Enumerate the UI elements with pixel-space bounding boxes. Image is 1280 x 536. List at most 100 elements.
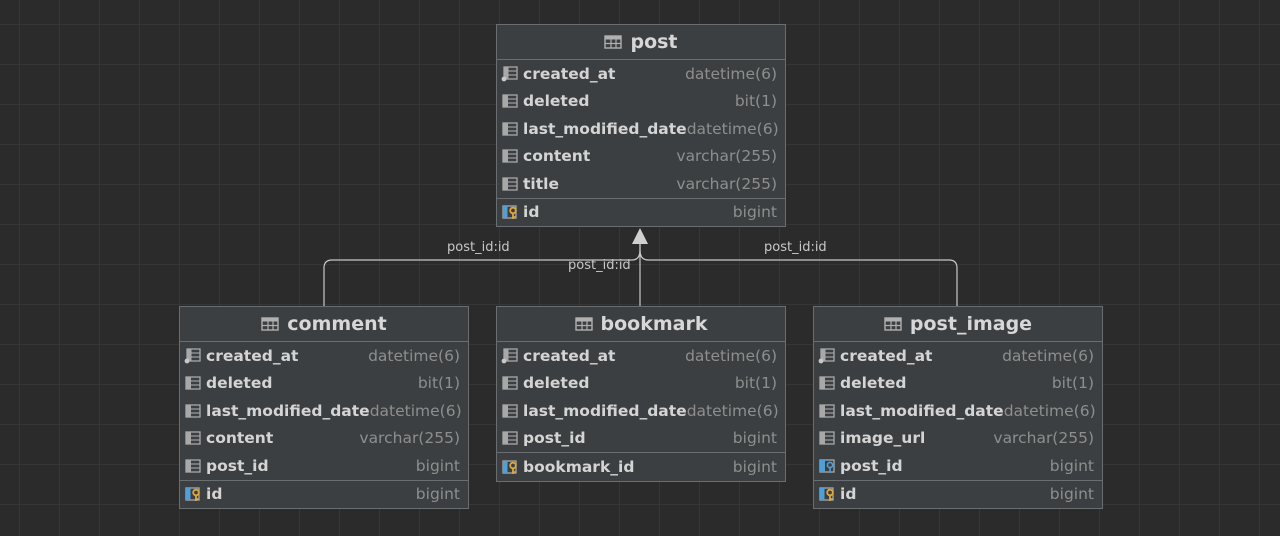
column-type: datetime(6)	[685, 346, 777, 365]
column-name: title	[523, 174, 559, 193]
foreign-key-icon	[818, 458, 836, 474]
column-name: created_at	[523, 346, 616, 365]
column-name: last_modified_date	[206, 401, 370, 420]
key-list: bookmark_id bigint	[497, 452, 785, 481]
column-type: bigint	[732, 457, 777, 476]
table-bookmark[interactable]: bookmark created_at datetime(6) deleted bit…	[496, 306, 786, 482]
column-icon	[501, 148, 519, 164]
column-type: datetime(6)	[1003, 401, 1096, 420]
table-name: bookmark	[600, 313, 708, 335]
column-name: image_url	[840, 429, 926, 448]
column-row[interactable]: created_at datetime(6)	[497, 342, 785, 370]
column-name: post_id	[206, 456, 269, 475]
key-row[interactable]: bookmark_id bigint	[497, 453, 785, 481]
column-icon	[818, 348, 836, 364]
column-name: bookmark_id	[523, 457, 635, 476]
column-row[interactable]: content varchar(255)	[180, 425, 468, 453]
column-type: varchar(255)	[993, 429, 1094, 448]
column-icon	[818, 375, 836, 391]
column-row[interactable]: image_url varchar(255)	[814, 425, 1102, 453]
key-row[interactable]: id bigint	[180, 481, 468, 509]
column-type: bit(1)	[734, 92, 777, 111]
column-list: created_at datetime(6) deleted bit(1) last_m…	[497, 342, 785, 452]
primary-key-icon	[184, 486, 202, 502]
column-name: deleted	[840, 374, 907, 393]
column-row[interactable]: last_modified_date datetime(6)	[497, 397, 785, 425]
primary-key-icon	[818, 486, 836, 502]
column-row[interactable]: deleted bit(1)	[497, 370, 785, 398]
column-row[interactable]: deleted bit(1)	[497, 88, 785, 116]
column-type: datetime(6)	[686, 401, 779, 420]
column-list: created_at datetime(6) deleted bit(1) last_m…	[814, 342, 1102, 480]
column-icon	[184, 348, 202, 364]
table-icon	[604, 34, 623, 50]
column-row[interactable]: created_at datetime(6)	[180, 342, 468, 370]
column-icon	[501, 93, 519, 109]
column-icon	[184, 430, 202, 446]
key-list: id bigint	[180, 479, 468, 509]
column-icon	[818, 403, 836, 419]
column-row[interactable]: last_modified_date datetime(6)	[497, 115, 785, 143]
arrowhead-icon	[632, 228, 648, 244]
column-name: deleted	[523, 374, 590, 393]
column-row[interactable]: deleted bit(1)	[180, 370, 468, 398]
table-name: post	[630, 31, 678, 53]
column-type: datetime(6)	[1002, 346, 1094, 365]
column-type: datetime(6)	[685, 64, 777, 83]
column-name: content	[523, 147, 591, 166]
column-type: datetime(6)	[369, 401, 462, 420]
column-name: created_at	[206, 346, 299, 365]
table-post-image[interactable]: post_image created_at datetime(6) deleted b…	[813, 306, 1103, 509]
column-name: created_at	[523, 64, 616, 83]
key-row[interactable]: id bigint	[814, 481, 1102, 509]
column-list: created_at datetime(6) deleted bit(1) last_m…	[497, 60, 785, 198]
column-row[interactable]: last_modified_date datetime(6)	[180, 397, 468, 425]
column-name: content	[206, 429, 274, 448]
edge-post-image-post	[639, 249, 958, 306]
relation-label-post-image: post_id:id	[764, 240, 827, 255]
column-icon	[818, 430, 836, 446]
column-row[interactable]: post_id bigint	[180, 452, 468, 480]
table-header: post	[497, 25, 785, 60]
column-icon	[184, 403, 202, 419]
column-row[interactable]: created_at datetime(6)	[814, 342, 1102, 370]
column-icon	[501, 348, 519, 364]
key-row[interactable]: id bigint	[497, 199, 785, 227]
column-row[interactable]: post_id bigint	[814, 452, 1102, 480]
column-row[interactable]: post_id bigint	[497, 425, 785, 453]
column-name: id	[523, 203, 540, 222]
table-post[interactable]: post created_at datetime(6) deleted bit(1) l…	[496, 24, 786, 227]
column-icon	[501, 66, 519, 82]
column-row[interactable]: last_modified_date datetime(6)	[814, 397, 1102, 425]
column-icon	[501, 176, 519, 192]
column-row[interactable]: content varchar(255)	[497, 143, 785, 171]
column-name: created_at	[840, 346, 933, 365]
column-icon	[501, 375, 519, 391]
column-type: bit(1)	[417, 374, 460, 393]
table-icon	[574, 316, 593, 332]
column-type: varchar(255)	[676, 147, 777, 166]
table-icon	[261, 316, 279, 332]
primary-key-icon	[501, 459, 519, 475]
table-icon	[884, 316, 902, 332]
relation-label-bookmark: post_id:id	[568, 258, 631, 273]
column-type: bigint	[1049, 456, 1094, 475]
table-comment[interactable]: comment created_at datetime(6) deleted bit(…	[179, 306, 469, 509]
column-row[interactable]: created_at datetime(6)	[497, 60, 785, 88]
column-type: varchar(255)	[676, 174, 777, 193]
column-name: post_id	[523, 429, 586, 448]
table-header: comment	[180, 307, 468, 342]
column-row[interactable]: deleted bit(1)	[814, 370, 1102, 398]
column-icon	[184, 375, 202, 391]
column-type: bit(1)	[1051, 374, 1094, 393]
column-type: datetime(6)	[368, 346, 460, 365]
column-name: post_id	[840, 456, 903, 475]
column-type: bigint	[732, 429, 777, 448]
column-row[interactable]: title varchar(255)	[497, 170, 785, 198]
key-list: id bigint	[814, 479, 1102, 509]
relation-label-comment: post_id:id	[447, 240, 510, 255]
column-name: id	[840, 485, 857, 504]
column-type: bit(1)	[734, 374, 777, 393]
er-diagram-canvas: post_id:id post_id:id post_id:id post cr…	[0, 0, 1280, 536]
table-name: comment	[287, 313, 387, 335]
